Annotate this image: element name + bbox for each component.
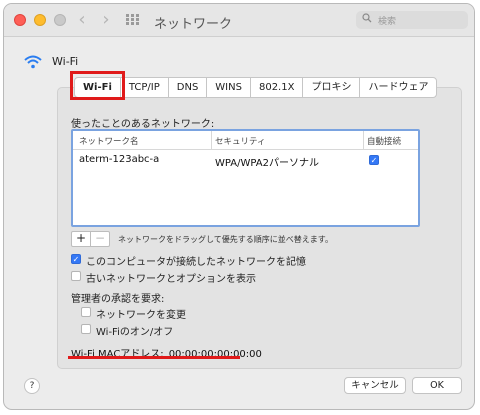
- network-preferences-window: ‹ › ネットワーク 検索 Wi-Fi Wi-Fi TCP/IP DNS WIN…: [3, 3, 475, 410]
- help-button[interactable]: ?: [24, 378, 40, 394]
- show-legacy-label: 古いネットワークとオプションを表示: [86, 274, 256, 285]
- drag-hint: ネットワークをドラッグして優先する順序に並べ替えます。: [118, 235, 333, 244]
- toggle-wifi-label: Wi-Fiのオン/オフ: [96, 327, 174, 338]
- auto-join-checkbox[interactable]: ✓: [369, 155, 379, 165]
- mac-underline-annotation: [68, 356, 240, 359]
- security-cell: WPA/WPA2パーソナル: [215, 158, 319, 169]
- service-header: Wi-Fi: [24, 54, 78, 73]
- change-networks-label: ネットワークを変更: [96, 310, 186, 321]
- tab-highlight-annotation: [70, 71, 125, 100]
- column-auto-join[interactable]: 自動接続: [367, 135, 401, 147]
- tab-proxy[interactable]: プロキシ: [303, 78, 361, 97]
- tab-hardware[interactable]: ハードウェア: [360, 78, 436, 97]
- known-networks-table[interactable]: ネットワーク名 セキュリティ 自動接続 aterm-123abc-a WPA/W…: [71, 129, 420, 227]
- tab-bar: Wi-Fi TCP/IP DNS WINS 802.1X プロキシ ハードウェア: [74, 77, 438, 98]
- column-security[interactable]: セキュリティ: [215, 135, 266, 147]
- tab-tcpip[interactable]: TCP/IP: [121, 78, 169, 97]
- admin-approval-label: 管理者の承認を要求:: [71, 294, 165, 305]
- tab-8021x[interactable]: 802.1X: [251, 78, 304, 97]
- add-network-button[interactable]: +: [72, 232, 90, 246]
- search-icon: [362, 13, 372, 26]
- search-placeholder: 検索: [378, 17, 397, 27]
- zoom-button[interactable]: [54, 14, 66, 26]
- title-bar: ‹ › ネットワーク 検索: [4, 4, 474, 37]
- search-field[interactable]: 検索: [356, 11, 468, 29]
- add-remove-control: + −: [71, 231, 110, 247]
- tab-wins[interactable]: WINS: [207, 78, 251, 97]
- tab-dns[interactable]: DNS: [169, 78, 208, 97]
- column-network-name[interactable]: ネットワーク名: [79, 135, 139, 147]
- wifi-icon: [24, 55, 42, 69]
- close-button[interactable]: [14, 14, 26, 26]
- table-row[interactable]: aterm-123abc-a WPA/WPA2パーソナル ✓: [73, 152, 418, 170]
- table-header: ネットワーク名 セキュリティ 自動接続: [73, 131, 418, 150]
- toggle-wifi-checkbox[interactable]: [81, 324, 91, 334]
- window-title: ネットワーク: [154, 17, 233, 32]
- remember-networks-label: このコンピュータが接続したネットワークを記憶: [86, 257, 306, 268]
- remember-networks-checkbox[interactable]: ✓: [71, 254, 81, 264]
- back-button[interactable]: ‹: [74, 11, 90, 29]
- remove-network-button[interactable]: −: [90, 232, 109, 246]
- ok-button[interactable]: OK: [412, 377, 462, 394]
- minimize-button[interactable]: [34, 14, 46, 26]
- change-networks-checkbox[interactable]: [81, 307, 91, 317]
- forward-button[interactable]: ›: [98, 11, 114, 29]
- show-all-grid-icon[interactable]: [126, 14, 140, 26]
- known-networks-label: 使ったことのあるネットワーク:: [71, 119, 215, 130]
- network-name-cell: aterm-123abc-a: [79, 154, 160, 165]
- show-legacy-checkbox[interactable]: [71, 271, 81, 281]
- service-name: Wi-Fi: [52, 55, 79, 68]
- cancel-button[interactable]: キャンセル: [344, 377, 406, 394]
